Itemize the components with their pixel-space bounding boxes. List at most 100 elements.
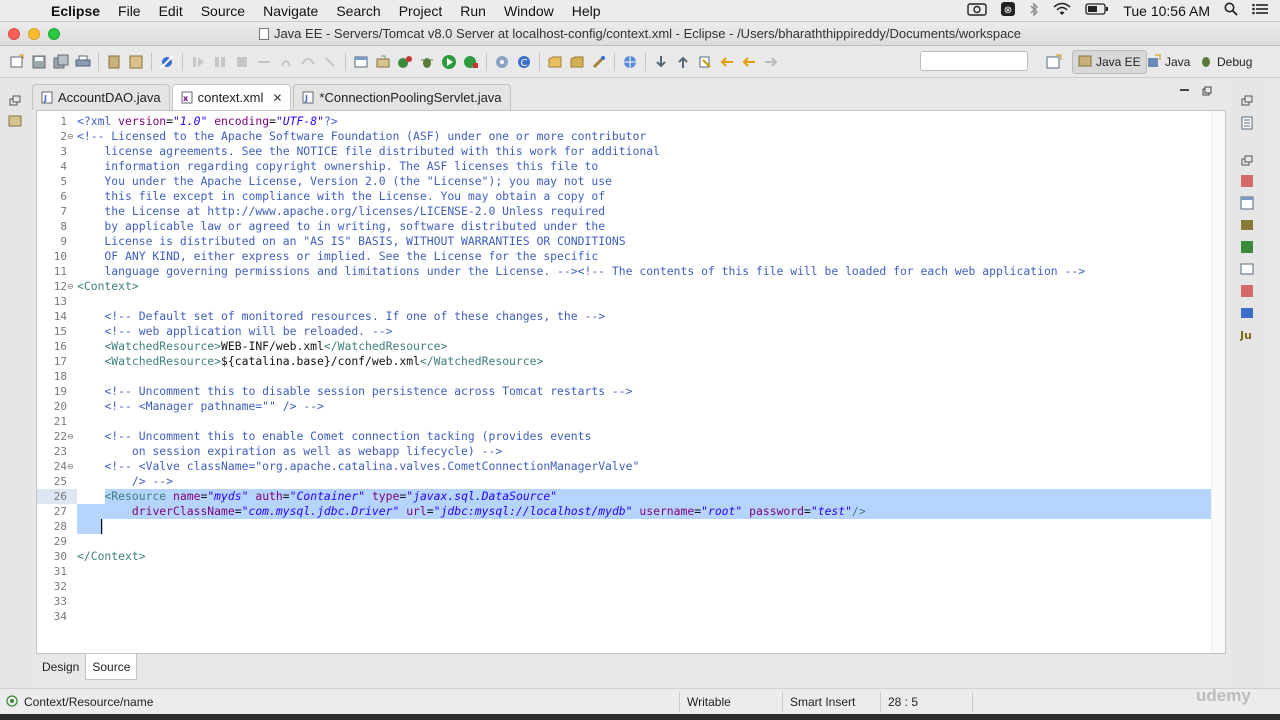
run-external-tools-icon[interactable] bbox=[463, 54, 479, 70]
menu-edit[interactable]: Edit bbox=[150, 3, 192, 19]
outline-view-icon[interactable] bbox=[1240, 116, 1254, 130]
back-history-icon[interactable] bbox=[741, 54, 757, 70]
open-perspective-layout-icon[interactable] bbox=[353, 54, 369, 70]
new-class-icon[interactable]: C bbox=[516, 54, 532, 70]
build-icon[interactable] bbox=[128, 54, 144, 70]
code-line[interactable]: <?xml version="1.0" encoding="UTF-8"?> bbox=[77, 114, 338, 129]
battery-icon[interactable] bbox=[1085, 3, 1109, 18]
close-window-button[interactable] bbox=[8, 28, 20, 40]
server-icon[interactable] bbox=[106, 54, 122, 70]
fold-toggle-icon[interactable]: ⊖ bbox=[67, 432, 76, 441]
notification-center-icon[interactable] bbox=[1252, 3, 1268, 18]
back-icon[interactable] bbox=[719, 54, 735, 70]
debug-icon[interactable] bbox=[419, 54, 435, 70]
code-line[interactable]: language governing permissions and limit… bbox=[77, 264, 1085, 279]
perspective-java[interactable]: Java bbox=[1142, 50, 1195, 74]
next-annotation-icon[interactable] bbox=[653, 54, 669, 70]
menubar-clock[interactable]: Tue 10:56 AM bbox=[1123, 3, 1210, 19]
run-icon[interactable] bbox=[441, 54, 457, 70]
code-line[interactable]: <!-- web application will be reloaded. -… bbox=[77, 324, 392, 339]
junit-view-icon[interactable]: Ju bbox=[1240, 328, 1254, 342]
new-java-project-icon[interactable] bbox=[494, 54, 510, 70]
code-line[interactable]: OF ANY KIND, either express or implied. … bbox=[77, 249, 598, 264]
menu-run[interactable]: Run bbox=[451, 3, 495, 19]
open-type-icon[interactable] bbox=[547, 54, 563, 70]
code-line[interactable]: <!-- <Valve className="org.apache.catali… bbox=[77, 459, 639, 474]
maximize-icon[interactable] bbox=[1202, 86, 1212, 99]
spotlight-search-icon[interactable] bbox=[1224, 2, 1238, 19]
wifi-icon[interactable] bbox=[1053, 2, 1071, 19]
new-icon[interactable] bbox=[9, 54, 25, 70]
forward-icon[interactable] bbox=[763, 54, 779, 70]
quick-access-input[interactable] bbox=[920, 51, 1028, 71]
save-all-icon[interactable] bbox=[53, 54, 69, 70]
open-web-browser-icon[interactable] bbox=[622, 54, 638, 70]
code-line[interactable]: by applicable law or agreed to in writin… bbox=[77, 219, 605, 234]
open-task-icon[interactable] bbox=[569, 54, 585, 70]
open-perspective-icon[interactable] bbox=[1046, 54, 1062, 75]
xml-source-editor[interactable]: 1 2 ⊖ 3 4 5 6 7 8 9 10 11 12 ⊖ 13 14 15 16 17 18 19 20 21 22 ⊖ 23… bbox=[36, 110, 1226, 654]
code-line[interactable]: You under the Apache License, Version 2.… bbox=[77, 174, 611, 189]
last-edit-location-icon[interactable] bbox=[697, 54, 713, 70]
new-server-icon[interactable] bbox=[375, 54, 391, 70]
code-line[interactable]: on session expiration as well as webapp … bbox=[77, 444, 502, 459]
vertical-scrollbar[interactable] bbox=[1211, 111, 1225, 653]
code-line[interactable]: <WatchedResource>WEB-INF/web.xml</Watche… bbox=[77, 339, 447, 354]
search-tool-icon[interactable] bbox=[591, 54, 607, 70]
minimize-window-button[interactable] bbox=[28, 28, 40, 40]
code-line[interactable]: <!-- <Manager pathname="" /> --> bbox=[77, 399, 323, 414]
minimize-icon[interactable] bbox=[1180, 86, 1190, 99]
code-line[interactable]: <!-- Licensed to the Apache Software Fou… bbox=[77, 129, 646, 144]
bluetooth-icon[interactable] bbox=[1029, 1, 1039, 20]
console-view-icon[interactable] bbox=[1240, 262, 1254, 276]
print-icon[interactable] bbox=[75, 54, 91, 70]
problems-view-icon[interactable] bbox=[1240, 284, 1254, 298]
code-line[interactable]: the License at http://www.apache.org/lic… bbox=[77, 204, 605, 219]
menu-window[interactable]: Window bbox=[495, 3, 563, 19]
code-line[interactable]: <WatchedResource>${catalina.base}/conf/w… bbox=[77, 354, 543, 369]
properties-view-icon[interactable] bbox=[1240, 196, 1254, 210]
previous-annotation-icon[interactable] bbox=[675, 54, 691, 70]
close-tab-icon[interactable]: ✕ bbox=[272, 91, 282, 105]
fold-toggle-icon[interactable]: ⊖ bbox=[67, 462, 76, 471]
fold-toggle-icon[interactable]: ⊖ bbox=[67, 282, 76, 291]
code-line[interactable]: driverClassName="com.mysql.jdbc.Driver" … bbox=[77, 504, 866, 519]
code-line[interactable]: <!-- Default set of monitored resources.… bbox=[77, 309, 605, 324]
perspective-debug[interactable]: Debug bbox=[1194, 50, 1257, 74]
tab-accountdao[interactable]: J AccountDAO.java bbox=[32, 84, 170, 110]
menu-file[interactable]: File bbox=[109, 3, 150, 19]
code-line[interactable]: <!-- Uncomment this to disable session p… bbox=[77, 384, 632, 399]
menu-help[interactable]: Help bbox=[563, 3, 610, 19]
server-status-icon[interactable] bbox=[397, 54, 413, 70]
tasks-view-icon[interactable] bbox=[1240, 306, 1254, 320]
skip-breakpoints-icon[interactable] bbox=[159, 54, 175, 70]
fold-toggle-icon[interactable]: ⊖ bbox=[67, 132, 76, 141]
project-explorer-icon[interactable] bbox=[8, 114, 22, 128]
tab-source[interactable]: Source bbox=[85, 654, 138, 680]
menu-navigate[interactable]: Navigate bbox=[254, 3, 327, 19]
save-icon[interactable] bbox=[31, 54, 47, 70]
tab-connectionpoolingservlet[interactable]: J *ConnectionPoolingServlet.java bbox=[293, 84, 511, 110]
restore-icon[interactable] bbox=[8, 94, 22, 108]
code-line[interactable]: <!-- Uncomment this to enable Comet conn… bbox=[77, 429, 591, 444]
menu-app-eclipse[interactable]: Eclipse bbox=[42, 3, 109, 19]
camera-icon[interactable] bbox=[967, 2, 988, 19]
restore-icon[interactable] bbox=[1240, 94, 1254, 108]
menu-source[interactable]: Source bbox=[192, 3, 254, 19]
code-line[interactable]: <Context> bbox=[77, 279, 139, 294]
app-status-icon[interactable]: ⊗ bbox=[1001, 2, 1016, 19]
menu-search[interactable]: Search bbox=[327, 3, 389, 19]
menu-project[interactable]: Project bbox=[390, 3, 452, 19]
code-line[interactable]: /> --> bbox=[77, 474, 173, 489]
code-line[interactable]: License is distributed on an "AS IS" BAS… bbox=[77, 234, 625, 249]
code-line[interactable]: license agreements. See the NOTICE file … bbox=[77, 144, 660, 159]
servers-view-icon[interactable] bbox=[1240, 174, 1254, 188]
snippets-view-icon[interactable] bbox=[1240, 240, 1254, 254]
code-line[interactable]: information regarding copyright ownershi… bbox=[77, 159, 598, 174]
code-line[interactable]: this file except in compliance with the … bbox=[77, 189, 605, 204]
tab-context-xml[interactable]: x context.xml ✕ bbox=[171, 84, 292, 110]
code-line[interactable]: </Context> bbox=[77, 549, 146, 564]
code-area[interactable]: <?xml version="1.0" encoding="UTF-8"?> <!… bbox=[77, 111, 1211, 653]
data-source-explorer-icon[interactable] bbox=[1240, 218, 1254, 232]
tab-design[interactable]: Design bbox=[36, 654, 85, 680]
